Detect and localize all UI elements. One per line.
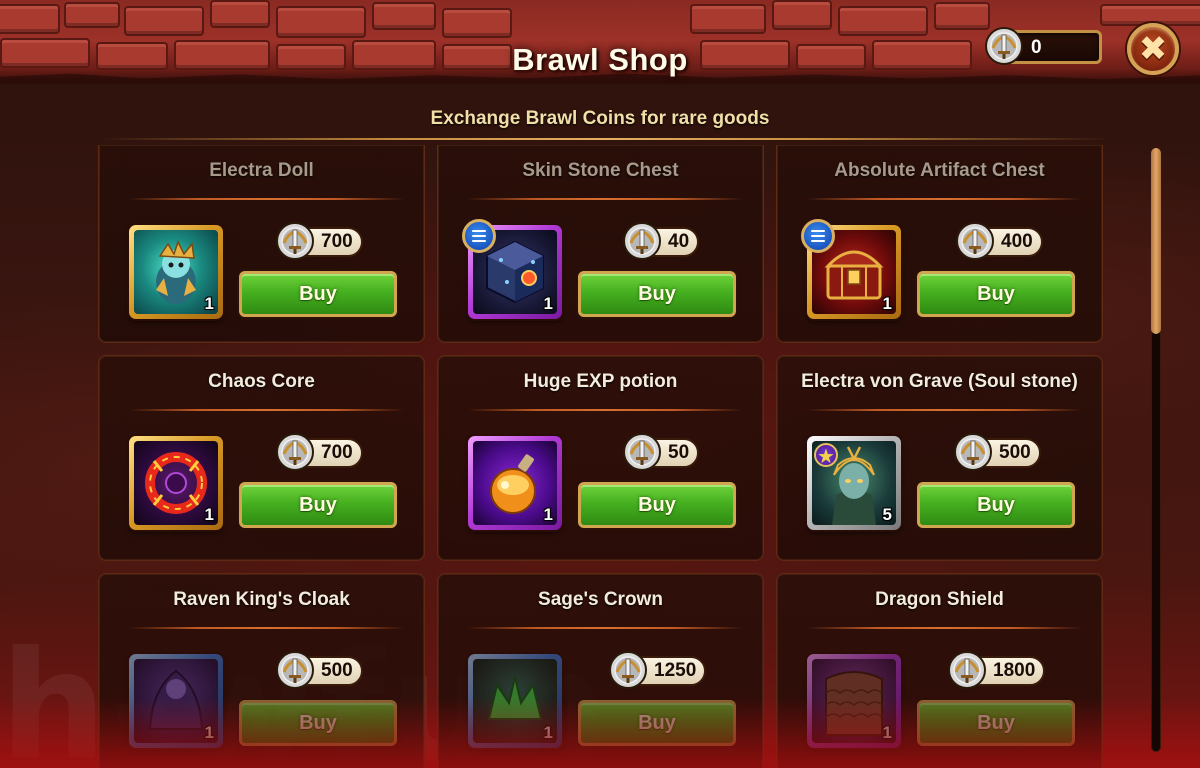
item-name: Huge EXP potion bbox=[523, 371, 678, 392]
brawl-coin-icon bbox=[276, 433, 314, 471]
item-quantity: 5 bbox=[882, 505, 892, 524]
item-quantity: 1 bbox=[543, 505, 553, 524]
card-divider bbox=[807, 198, 1082, 200]
info-list-icon[interactable] bbox=[462, 219, 496, 253]
card-divider bbox=[129, 198, 404, 200]
shop-item-card: Absolute Artifact Chest 1 400 Buy bbox=[776, 145, 1103, 343]
shop-item-grid: Electra Doll 1 700 Buy Skin Stone Chest … bbox=[98, 145, 1104, 768]
item-slot[interactable]: ★ 5 bbox=[807, 436, 901, 530]
shop-item-card: Electra von Grave (Soul stone) ★ 5 500 B… bbox=[776, 355, 1103, 561]
star-icon: ★ bbox=[814, 443, 838, 468]
buy-button[interactable]: Buy bbox=[578, 271, 736, 317]
shop-item-card: Chaos Core 1 700 Buy bbox=[98, 355, 425, 561]
item-slot[interactable]: 1 bbox=[129, 654, 223, 748]
shop-item-card: Sage's Crown 1 1250 Buy bbox=[437, 573, 764, 768]
subtitle-divider bbox=[100, 138, 1110, 140]
buy-button[interactable]: Buy bbox=[917, 700, 1075, 746]
shop-item-card: Huge EXP potion 1 50 Buy bbox=[437, 355, 764, 561]
brawl-coin-icon bbox=[276, 651, 314, 689]
item-quantity: 1 bbox=[204, 723, 214, 742]
card-divider bbox=[468, 198, 743, 200]
shop-item-card: Dragon Shield 1 1800 Buy bbox=[776, 573, 1103, 768]
buy-button[interactable]: Buy bbox=[239, 271, 397, 317]
item-name: Electra Doll bbox=[209, 160, 314, 181]
brawl-coin-icon bbox=[985, 27, 1023, 65]
shop-item-card: Skin Stone Chest 1 40 Buy bbox=[437, 145, 764, 343]
shop-item-card: Raven King's Cloak 1 500 Buy bbox=[98, 573, 425, 768]
shop-subtitle: Exchange Brawl Coins for rare goods bbox=[430, 108, 770, 129]
item-slot[interactable]: 1 bbox=[129, 436, 223, 530]
item-slot[interactable]: 1 bbox=[807, 654, 901, 748]
buy-button[interactable]: Buy bbox=[917, 482, 1075, 528]
item-name: Sage's Crown bbox=[538, 589, 663, 610]
item-quantity: 1 bbox=[204, 294, 214, 313]
scrollbar-thumb[interactable] bbox=[1151, 148, 1161, 334]
buy-button[interactable]: Buy bbox=[239, 482, 397, 528]
item-quantity: 1 bbox=[543, 723, 553, 742]
brawl-coin-icon bbox=[948, 651, 986, 689]
buy-button[interactable]: Buy bbox=[578, 700, 736, 746]
item-name: Electra von Grave (Soul stone) bbox=[801, 371, 1078, 392]
item-quantity: 1 bbox=[882, 723, 892, 742]
buy-button[interactable]: Buy bbox=[239, 700, 397, 746]
brawl-coin-count: 0 bbox=[1031, 37, 1042, 58]
brawl-coin-icon bbox=[954, 433, 992, 471]
close-icon: ✖ bbox=[1138, 30, 1168, 68]
item-slot[interactable]: 1 bbox=[468, 436, 562, 530]
card-divider bbox=[468, 409, 743, 411]
item-name: Raven King's Cloak bbox=[173, 589, 350, 610]
item-name: Absolute Artifact Chest bbox=[834, 160, 1045, 181]
shop-item-card: Electra Doll 1 700 Buy bbox=[98, 145, 425, 343]
item-quantity: 1 bbox=[204, 505, 214, 524]
card-divider bbox=[468, 627, 743, 629]
card-divider bbox=[129, 627, 404, 629]
buy-button[interactable]: Buy bbox=[917, 271, 1075, 317]
item-name: Dragon Shield bbox=[875, 589, 1004, 610]
brawl-coin-icon bbox=[609, 651, 647, 689]
item-slot[interactable]: 1 bbox=[129, 225, 223, 319]
close-button[interactable]: ✖ bbox=[1127, 23, 1179, 75]
brawl-coin-icon bbox=[956, 222, 994, 260]
brawl-coin-icon bbox=[276, 222, 314, 260]
item-slot[interactable]: 1 bbox=[468, 654, 562, 748]
info-list-icon[interactable] bbox=[801, 219, 835, 253]
item-name: Skin Stone Chest bbox=[522, 160, 679, 181]
card-divider bbox=[807, 409, 1082, 411]
item-quantity: 1 bbox=[882, 294, 892, 313]
brawl-coin-icon bbox=[623, 433, 661, 471]
card-divider bbox=[129, 409, 404, 411]
item-quantity: 1 bbox=[543, 294, 553, 313]
item-name: Chaos Core bbox=[208, 371, 315, 392]
card-divider bbox=[807, 627, 1082, 629]
buy-button[interactable]: Buy bbox=[578, 482, 736, 528]
brawl-coin-icon bbox=[623, 222, 661, 260]
